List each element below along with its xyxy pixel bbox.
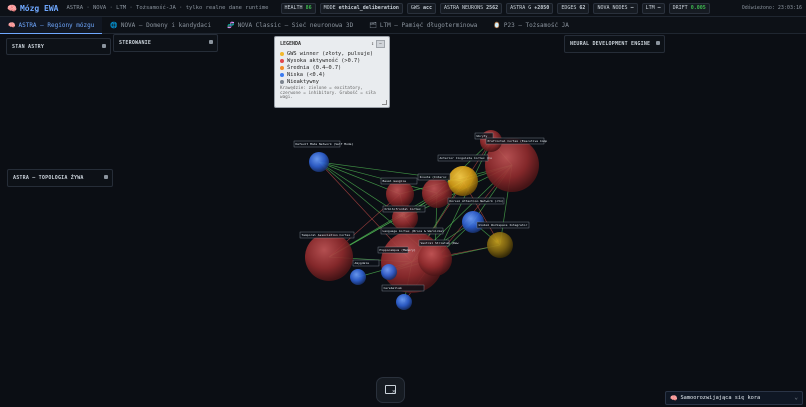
- node-label-text: Temporal Association Cortex: [302, 233, 351, 237]
- panel-sterowanie[interactable]: STEROWANIE: [113, 34, 218, 52]
- brain-graph-canvas[interactable]: UkrytyPrefrontal Cortex (Executive Comp D…: [0, 0, 806, 407]
- node-label: Anterior Cingulate Cortex (Co: [437, 154, 493, 162]
- legend-note: Krawędzie: zielone = excitatory, czerwon…: [280, 86, 376, 101]
- graph-node-amyg[interactable]: [350, 269, 366, 285]
- legend-title: LEGENDA: [280, 41, 302, 47]
- legend-resize-icon[interactable]: ↕: [371, 41, 374, 47]
- node-label: Basal Ganglia: [380, 177, 418, 185]
- node-label: Dorsal Attention Network (ctx): [447, 197, 505, 205]
- node-label-text: Global Workspace Integrator: [479, 223, 528, 227]
- toast-text: Samoorozwijająca się kora: [680, 395, 761, 401]
- legend-item: Niska (<0.4): [280, 71, 373, 78]
- legend-label: Średnia (0.4–0.7): [287, 64, 342, 71]
- panel-title: STAN ASTRY: [12, 44, 45, 50]
- panel-toggle-icon[interactable]: [209, 40, 213, 44]
- legend-dot-icon: [280, 58, 284, 63]
- legend-item: Nieaktywny: [280, 78, 373, 85]
- node-label-text: Insula (Interoc: [420, 175, 447, 179]
- node-label-text: Dorsal Attention Network (ctx): [450, 199, 504, 203]
- node-label: Default Mode Network (Self Mode): [293, 140, 354, 148]
- legend-label: Nieaktywny: [287, 78, 319, 85]
- graph-node-dmn[interactable]: [309, 152, 329, 172]
- legend-label: GWS winner (złoty, pulsuje): [287, 50, 374, 57]
- node-label-text: Default Mode Network (Self Mode): [296, 142, 354, 146]
- panel-title: STEROWANIE: [119, 40, 152, 46]
- node-label-text: Anterior Cingulate Cortex (Co: [440, 156, 493, 160]
- legend-label: Wysoka aktywność (>0.7): [287, 57, 361, 64]
- node-label-text: Hippocampus (Memory): [380, 248, 416, 252]
- panel-stan-astry[interactable]: STAN ASTRY: [6, 38, 111, 55]
- node-label-text: Basal Ganglia: [383, 179, 407, 183]
- legend-label: Niska (<0.4): [287, 71, 326, 78]
- toast-notification[interactable]: 🧠 Samoorozwijająca się kora ⌄: [665, 391, 803, 405]
- panel-toggle-icon[interactable]: [104, 175, 108, 179]
- graph-node-acc[interactable]: [448, 166, 478, 196]
- legend-minimize-button[interactable]: —: [376, 40, 385, 48]
- legend-item: GWS winner (złoty, pulsuje): [280, 50, 373, 57]
- node-label-text: Orbitofrontal Cortex: [385, 207, 421, 211]
- brain-icon: 🧠: [670, 394, 678, 402]
- panel-neural-engine[interactable]: NEURAL DEVELOPMENT ENGINE: [564, 35, 665, 53]
- node-label: Hippocampus (Memory): [377, 246, 416, 254]
- panel-title: NEURAL DEVELOPMENT ENGINE: [570, 41, 651, 47]
- node-label: Insula (Interoc: [417, 173, 451, 181]
- graph-node-insula[interactable]: [422, 178, 452, 208]
- panel-title: ASTRA — TOPOLOGIA ŻYWA: [13, 175, 84, 181]
- resize-grip-icon[interactable]: [382, 100, 387, 105]
- legend-dot-icon: [280, 72, 284, 77]
- legend-dot-icon: [280, 51, 284, 56]
- graph-node-hipp[interactable]: [381, 264, 397, 280]
- node-label: Temporal Association Cortex: [299, 231, 355, 239]
- panel-toggle-icon[interactable]: [102, 44, 106, 48]
- node-label-text: Ukryty: [477, 134, 488, 138]
- graph-node-cereb[interactable]: [396, 294, 412, 310]
- legend-dot-icon: [280, 79, 284, 84]
- close-icon: ✕: [392, 388, 396, 395]
- panel-toggle-icon[interactable]: [656, 41, 660, 45]
- screenshot-close-button[interactable]: ✕: [376, 377, 405, 403]
- node-label: Prefrontal Cortex (Executive Comp: [485, 137, 548, 145]
- node-label: Language Cortex (Broca & Wernicke): [380, 227, 445, 235]
- legend-panel[interactable]: LEGENDA ↕ — GWS winner (złoty, pulsuje) W…: [274, 36, 390, 108]
- node-label: Cerebellum: [381, 284, 425, 292]
- node-label: Orbitofrontal Cortex: [382, 205, 426, 213]
- node-label-text: Prefrontal Cortex (Executive Comp: [488, 139, 548, 143]
- legend-item: Wysoka aktywność (>0.7): [280, 57, 373, 64]
- node-label-text: Cerebellum: [384, 286, 402, 290]
- chevron-down-icon[interactable]: ⌄: [794, 394, 798, 401]
- graph-node-striatum[interactable]: [418, 242, 452, 276]
- node-label: Ventral Striatum (Rew: [418, 239, 459, 247]
- graph-node-global[interactable]: [487, 232, 513, 258]
- node-label: Amygdala: [352, 259, 380, 267]
- panel-topologia[interactable]: ASTRA — TOPOLOGIA ŻYWA: [7, 169, 113, 187]
- node-label-text: Amygdala: [355, 261, 370, 265]
- graph-node-temporal[interactable]: [305, 233, 353, 281]
- legend-item: Średnia (0.4–0.7): [280, 64, 373, 71]
- node-label-text: Language Cortex (Broca & Wernicke): [383, 229, 445, 233]
- node-label-text: Ventral Striatum (Rew: [421, 241, 459, 245]
- legend-dot-icon: [280, 65, 284, 70]
- node-label: Global Workspace Integrator: [476, 221, 530, 229]
- legend-items: GWS winner (złoty, pulsuje) Wysoka aktywn…: [280, 50, 373, 85]
